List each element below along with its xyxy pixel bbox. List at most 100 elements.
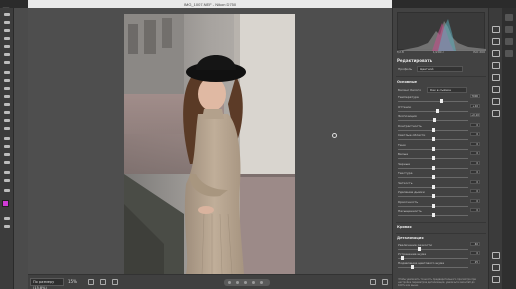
photoshop-toolbar (0, 8, 14, 289)
slider-value-field[interactable]: 0 (470, 198, 480, 203)
radial-filter-icon[interactable] (492, 86, 500, 93)
shape-tool-icon[interactable] (3, 160, 11, 165)
settings-icon[interactable] (492, 276, 500, 283)
layers-icon[interactable] (505, 26, 513, 33)
slider-knob[interactable] (432, 156, 435, 160)
quick-select-tool-icon[interactable] (3, 36, 11, 41)
slider-value-field[interactable]: 0 (470, 189, 480, 193)
help-icon[interactable] (382, 279, 388, 285)
slider-knob[interactable] (411, 265, 414, 269)
eyedropper-tool-icon[interactable] (3, 60, 11, 65)
slider-track[interactable] (398, 101, 468, 102)
slider-value-field[interactable]: 25 (470, 260, 480, 264)
slider-knob[interactable] (432, 175, 435, 179)
slider-knob[interactable] (432, 184, 435, 189)
slider-knob[interactable] (433, 118, 436, 122)
slider-value-field[interactable]: 7000 (470, 94, 480, 98)
slider-label: Экспозиция (398, 114, 417, 118)
slider-knob[interactable] (432, 146, 435, 151)
brush-tool-icon[interactable] (3, 78, 11, 83)
graduated-filter-icon[interactable] (492, 74, 500, 81)
zoom-dropdown[interactable]: По размеру (15,8%) (30, 278, 64, 289)
slider-knob[interactable] (432, 213, 435, 217)
panel-title: Редактировать (397, 58, 433, 63)
gradient-tool-icon[interactable] (3, 110, 11, 115)
slider-value-field[interactable]: +10 (470, 103, 480, 108)
healing-brush-icon[interactable] (3, 70, 11, 75)
slider-value-field[interactable]: 0 (470, 251, 480, 255)
stamp-tool-icon[interactable] (3, 86, 11, 91)
slider-track[interactable] (398, 267, 468, 268)
slider-label: Увеличение резкости (398, 243, 432, 247)
status-bar: По размеру (15,8%) 15% (28, 274, 392, 289)
marquee-tool-icon[interactable] (3, 20, 11, 25)
fullscreen-icon[interactable] (370, 279, 376, 285)
slider-value-field[interactable]: 0 (470, 141, 480, 146)
more-tools-icon[interactable] (3, 188, 11, 193)
slider-label: Текстура (398, 171, 413, 175)
lasso-tool-icon[interactable] (3, 28, 11, 33)
slider-knob[interactable] (440, 99, 443, 103)
red-eye-icon[interactable] (492, 98, 500, 105)
divider (396, 76, 486, 77)
slider-value-field[interactable]: 40 (470, 242, 480, 246)
slider-value-field[interactable]: 0 (470, 179, 480, 184)
path-select-icon[interactable] (3, 152, 11, 157)
paths-icon[interactable] (505, 50, 513, 57)
preview-image[interactable] (124, 14, 295, 274)
white-balance-dropdown[interactable]: Как в съёмке (427, 87, 467, 93)
profile-dropdown[interactable]: Цветной (417, 66, 463, 72)
slider-label: Подавление цветового шума (398, 261, 445, 265)
slider-knob[interactable] (432, 165, 435, 170)
slider-value-field[interactable]: 0 (470, 208, 480, 212)
slider-track[interactable] (398, 258, 468, 259)
move-tool-icon[interactable] (3, 12, 11, 17)
filmstrip-toggle-icon[interactable] (112, 279, 118, 285)
channels-icon[interactable] (505, 38, 513, 45)
panel-toggle-icon[interactable] (505, 14, 513, 21)
slider-value-field[interactable]: 0 (470, 160, 480, 165)
eraser-tool-icon[interactable] (3, 102, 11, 107)
blur-tool-icon[interactable] (3, 118, 11, 123)
zoom-tool-icon[interactable] (3, 178, 11, 183)
slider-knob[interactable] (436, 108, 439, 113)
slider-knob[interactable] (432, 127, 435, 132)
dodge-tool-icon[interactable] (3, 126, 11, 131)
adjustment-brush-icon[interactable] (492, 62, 500, 69)
compare-view-icon[interactable] (88, 279, 94, 285)
slider-value-field[interactable]: 0 (470, 122, 480, 127)
slider-value-field[interactable]: 0 (470, 151, 480, 155)
presets-icon[interactable] (492, 110, 500, 117)
slider-value-field[interactable]: +0,10 (470, 113, 480, 117)
spot-removal-icon[interactable] (492, 50, 500, 57)
crop-rotate-icon[interactable] (492, 38, 500, 45)
history-brush-icon[interactable] (3, 94, 11, 99)
slider-label: Контрастность (398, 123, 422, 128)
screen-mode-icon[interactable] (3, 224, 11, 229)
slider-knob[interactable] (401, 256, 404, 260)
slider-track[interactable] (398, 249, 468, 250)
crop-tool-icon[interactable] (3, 44, 11, 49)
quick-mask-icon[interactable] (3, 216, 11, 221)
hand-icon[interactable] (492, 264, 500, 271)
pen-tool-icon[interactable] (3, 136, 11, 141)
foreground-color-swatch[interactable] (2, 200, 9, 207)
type-tool-icon[interactable] (3, 144, 11, 149)
zoom-icon[interactable] (492, 252, 500, 259)
basic-section-header[interactable]: Основные (397, 80, 417, 84)
filmstrip-dots[interactable] (224, 279, 270, 286)
slider-knob[interactable] (432, 137, 435, 141)
edit-tool-icon[interactable] (492, 26, 500, 33)
curve-section-header[interactable]: Кривая (397, 225, 485, 231)
frame-tool-icon[interactable] (3, 52, 11, 57)
slider-value-field[interactable]: 0 (470, 132, 480, 136)
zoom-percent[interactable]: 15% (68, 278, 77, 286)
slider-value-field[interactable]: 0 (470, 170, 480, 174)
before-after-icon[interactable] (100, 279, 106, 285)
camera-raw-icon (2, 0, 10, 15)
slider-knob[interactable] (418, 247, 421, 251)
slider-track[interactable] (398, 110, 468, 112)
slider-knob[interactable] (432, 194, 435, 198)
slider-knob[interactable] (432, 203, 435, 208)
hand-tool-icon[interactable] (3, 170, 11, 175)
